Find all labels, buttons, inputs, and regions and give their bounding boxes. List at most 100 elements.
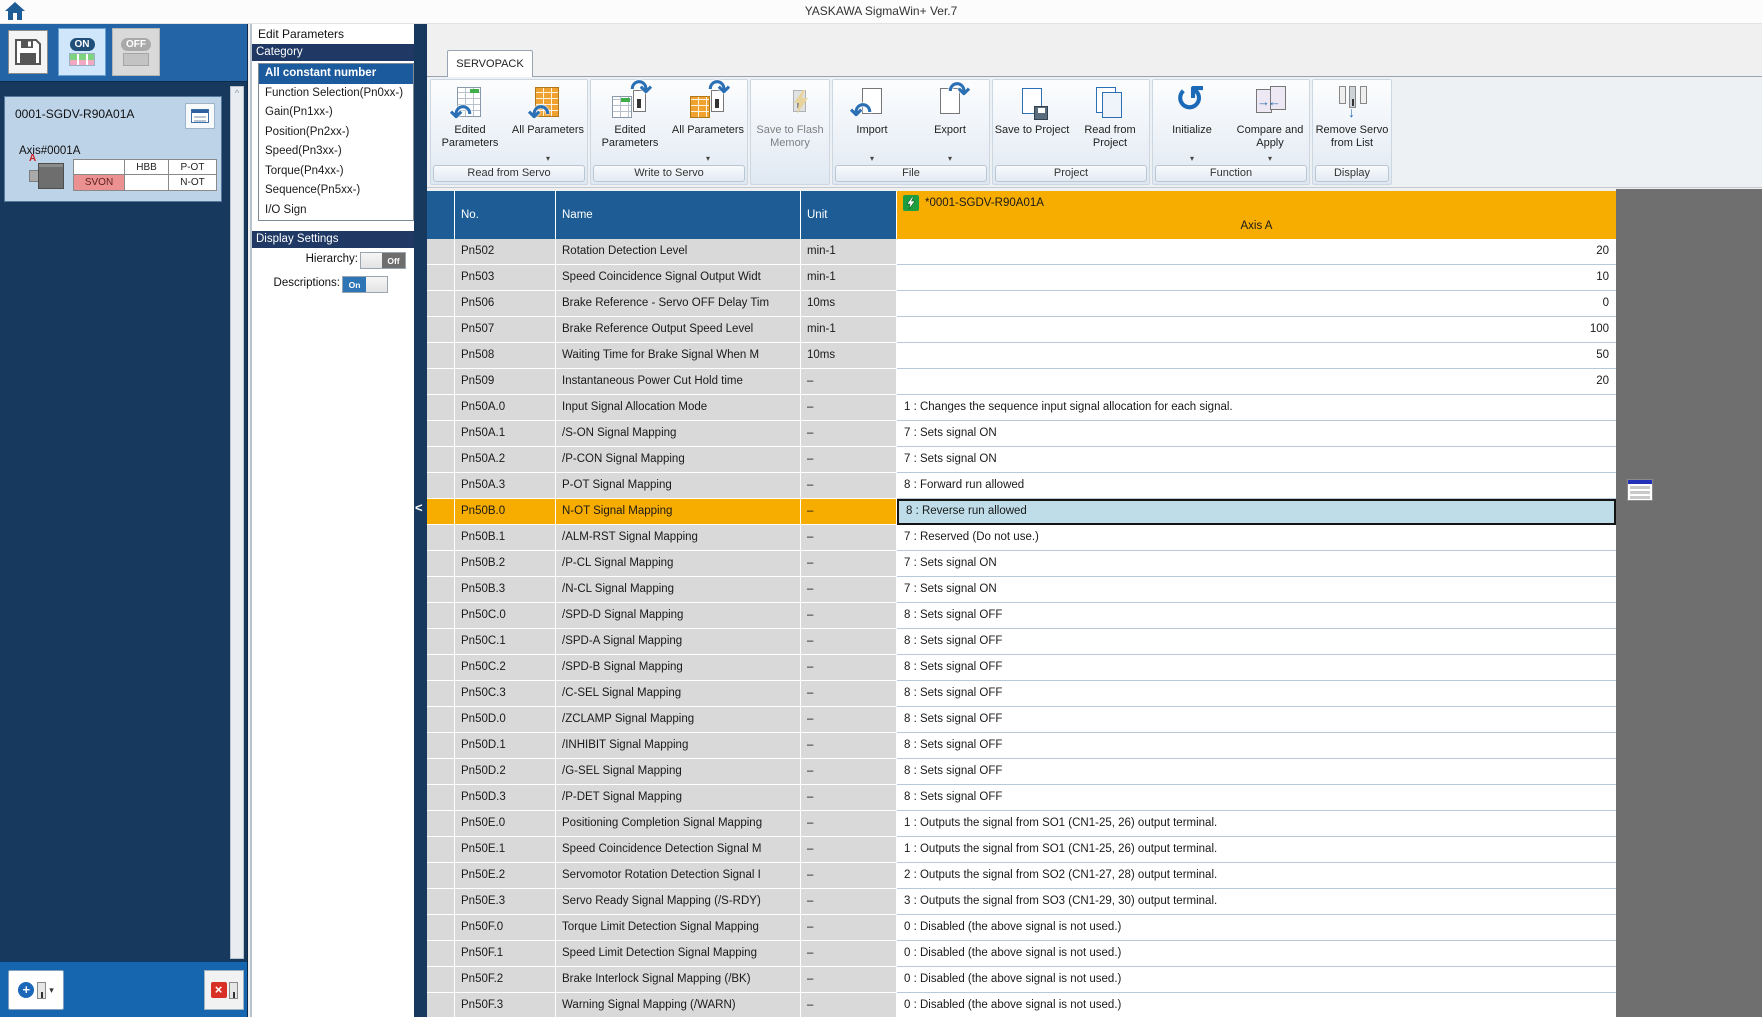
row-indicator[interactable] — [427, 759, 455, 785]
category-item-function-selection-pn0xx[interactable]: Function Selection(Pn0xx-) — [259, 84, 413, 104]
param-no[interactable]: Pn50D.0 — [455, 707, 556, 733]
save-button[interactable] — [8, 30, 48, 74]
row-indicator[interactable] — [427, 785, 455, 811]
file-export-button[interactable]: ↷ Export ▾ — [911, 76, 989, 164]
row-indicator[interactable] — [427, 889, 455, 915]
param-value[interactable]: 8 : Sets signal OFF — [897, 785, 1616, 811]
param-name[interactable]: Servo Ready Signal Mapping (/S-RDY) — [556, 889, 801, 915]
param-name[interactable]: Waiting Time for Brake Signal When M — [556, 343, 801, 369]
param-name[interactable]: /SPD-D Signal Mapping — [556, 603, 801, 629]
param-no[interactable]: Pn509 — [455, 369, 556, 395]
row-indicator[interactable] — [427, 473, 455, 499]
category-item-speed-pn3xx[interactable]: Speed(Pn3xx-) — [259, 142, 413, 162]
param-name[interactable]: Input Signal Allocation Mode — [556, 395, 801, 421]
scroll-up-icon[interactable]: ^ — [231, 87, 243, 101]
param-no[interactable]: Pn50F.2 — [455, 967, 556, 993]
category-item-i-o-sign[interactable]: I/O Sign — [259, 201, 413, 221]
read-from-servo-all-parameters-button[interactable]: ↶ All Parameters ▾ — [509, 80, 587, 164]
param-value[interactable]: 8 : Reverse run allowed — [897, 499, 1616, 525]
param-no[interactable]: Pn50C.2 — [455, 655, 556, 681]
row-indicator[interactable] — [427, 655, 455, 681]
param-value[interactable]: 3 : Outputs the signal from SO3 (CN1-29,… — [897, 889, 1616, 915]
param-name[interactable]: Servomotor Rotation Detection Signal I — [556, 863, 801, 889]
descriptions-toggle[interactable]: On — [342, 276, 388, 293]
param-value[interactable]: 0 — [897, 291, 1616, 317]
param-name[interactable]: N-OT Signal Mapping — [556, 499, 801, 525]
param-name[interactable]: Instantaneous Power Cut Hold time — [556, 369, 801, 395]
param-name[interactable]: /ALM-RST Signal Mapping — [556, 525, 801, 551]
category-item-position-pn2xx[interactable]: Position(Pn2xx-) — [259, 123, 413, 143]
category-item-torque-pn4xx[interactable]: Torque(Pn4xx-) — [259, 162, 413, 182]
servo-device-card[interactable]: 0001-SGDV-R90A01A Axis#0001A A HBB P-OT … — [4, 96, 222, 202]
row-indicator[interactable] — [427, 265, 455, 291]
dropdown-caret-icon[interactable]: ▾ — [706, 154, 710, 163]
param-value[interactable]: 100 — [897, 317, 1616, 343]
param-name[interactable]: Speed Coincidence Detection Signal M — [556, 837, 801, 863]
param-no[interactable]: Pn50F.1 — [455, 941, 556, 967]
row-indicator[interactable] — [427, 421, 455, 447]
param-no[interactable]: Pn50A.3 — [455, 473, 556, 499]
param-no[interactable]: Pn50F.3 — [455, 993, 556, 1017]
row-indicator[interactable] — [427, 291, 455, 317]
param-name[interactable]: Speed Coincidence Signal Output Widt — [556, 265, 801, 291]
param-value[interactable]: 20 — [897, 369, 1616, 395]
param-no[interactable]: Pn50B.2 — [455, 551, 556, 577]
param-value[interactable]: 8 : Sets signal OFF — [897, 655, 1616, 681]
param-name[interactable]: /ZCLAMP Signal Mapping — [556, 707, 801, 733]
row-indicator[interactable] — [427, 525, 455, 551]
param-value[interactable]: 0 : Disabled (the above signal is not us… — [897, 915, 1616, 941]
param-no[interactable]: Pn50C.1 — [455, 629, 556, 655]
row-indicator[interactable] — [427, 707, 455, 733]
param-value[interactable]: 8 : Sets signal OFF — [897, 629, 1616, 655]
row-indicator[interactable] — [427, 343, 455, 369]
param-value[interactable]: 1 : Outputs the signal from SO1 (CN1-25,… — [897, 811, 1616, 837]
param-no[interactable]: Pn50C.3 — [455, 681, 556, 707]
param-no[interactable]: Pn50D.2 — [455, 759, 556, 785]
row-indicator[interactable] — [427, 447, 455, 473]
param-name[interactable]: Torque Limit Detection Signal Mapping — [556, 915, 801, 941]
param-no[interactable]: Pn50B.0 — [455, 499, 556, 525]
param-name[interactable]: /SPD-B Signal Mapping — [556, 655, 801, 681]
param-no[interactable]: Pn50B.1 — [455, 525, 556, 551]
dropdown-caret-icon[interactable]: ▾ — [1190, 154, 1194, 163]
param-value[interactable]: 7 : Reserved (Do not use.) — [897, 525, 1616, 551]
row-indicator[interactable] — [427, 915, 455, 941]
row-indicator[interactable] — [427, 239, 455, 265]
dropdown-caret-icon[interactable]: ▾ — [870, 154, 874, 163]
param-name[interactable]: /P-CL Signal Mapping — [556, 551, 801, 577]
row-indicator[interactable] — [427, 811, 455, 837]
param-value[interactable]: 8 : Sets signal OFF — [897, 733, 1616, 759]
row-indicator[interactable] — [427, 577, 455, 603]
write-to-servo-all-parameters-button[interactable]: ↷ All Parameters ▾ — [669, 74, 747, 164]
row-indicator[interactable] — [427, 967, 455, 993]
param-no[interactable]: Pn50D.3 — [455, 785, 556, 811]
row-indicator[interactable] — [427, 369, 455, 395]
read-from-servo-edited-parameters-button[interactable]: ↶ Edited Parameters — [431, 80, 509, 164]
param-name[interactable]: Brake Interlock Signal Mapping (/BK) — [556, 967, 801, 993]
param-no[interactable]: Pn50E.1 — [455, 837, 556, 863]
param-value[interactable]: 0 : Disabled (the above signal is not us… — [897, 993, 1616, 1017]
param-no[interactable]: Pn50E.0 — [455, 811, 556, 837]
project-read-from-project-button[interactable]: Read from Project — [1071, 80, 1149, 164]
row-indicator[interactable] — [427, 603, 455, 629]
param-no[interactable]: Pn50B.3 — [455, 577, 556, 603]
display-remove-servo-from-list-button[interactable]: ↓ Remove Servo from List — [1313, 80, 1391, 164]
param-no[interactable]: Pn50F.0 — [455, 915, 556, 941]
param-no[interactable]: Pn50A.0 — [455, 395, 556, 421]
row-indicator[interactable] — [427, 863, 455, 889]
dropdown-caret-icon[interactable]: ▾ — [1268, 154, 1272, 163]
param-value[interactable]: 7 : Sets signal ON — [897, 421, 1616, 447]
param-name[interactable]: /P-DET Signal Mapping — [556, 785, 801, 811]
param-value[interactable]: 7 : Sets signal ON — [897, 447, 1616, 473]
param-value[interactable]: 7 : Sets signal ON — [897, 551, 1616, 577]
param-name[interactable]: Rotation Detection Level — [556, 239, 801, 265]
hierarchy-toggle[interactable]: Off — [360, 252, 406, 269]
param-no[interactable]: Pn50E.2 — [455, 863, 556, 889]
dropdown-caret-icon[interactable]: ▾ — [49, 985, 54, 996]
param-name[interactable]: /S-ON Signal Mapping — [556, 421, 801, 447]
param-value[interactable]: 8 : Forward run allowed — [897, 473, 1616, 499]
param-value[interactable]: 7 : Sets signal ON — [897, 577, 1616, 603]
param-no[interactable]: Pn506 — [455, 291, 556, 317]
function-compare-and-apply-button[interactable]: →← Compare and Apply ▾ — [1231, 80, 1309, 164]
param-no[interactable]: Pn503 — [455, 265, 556, 291]
